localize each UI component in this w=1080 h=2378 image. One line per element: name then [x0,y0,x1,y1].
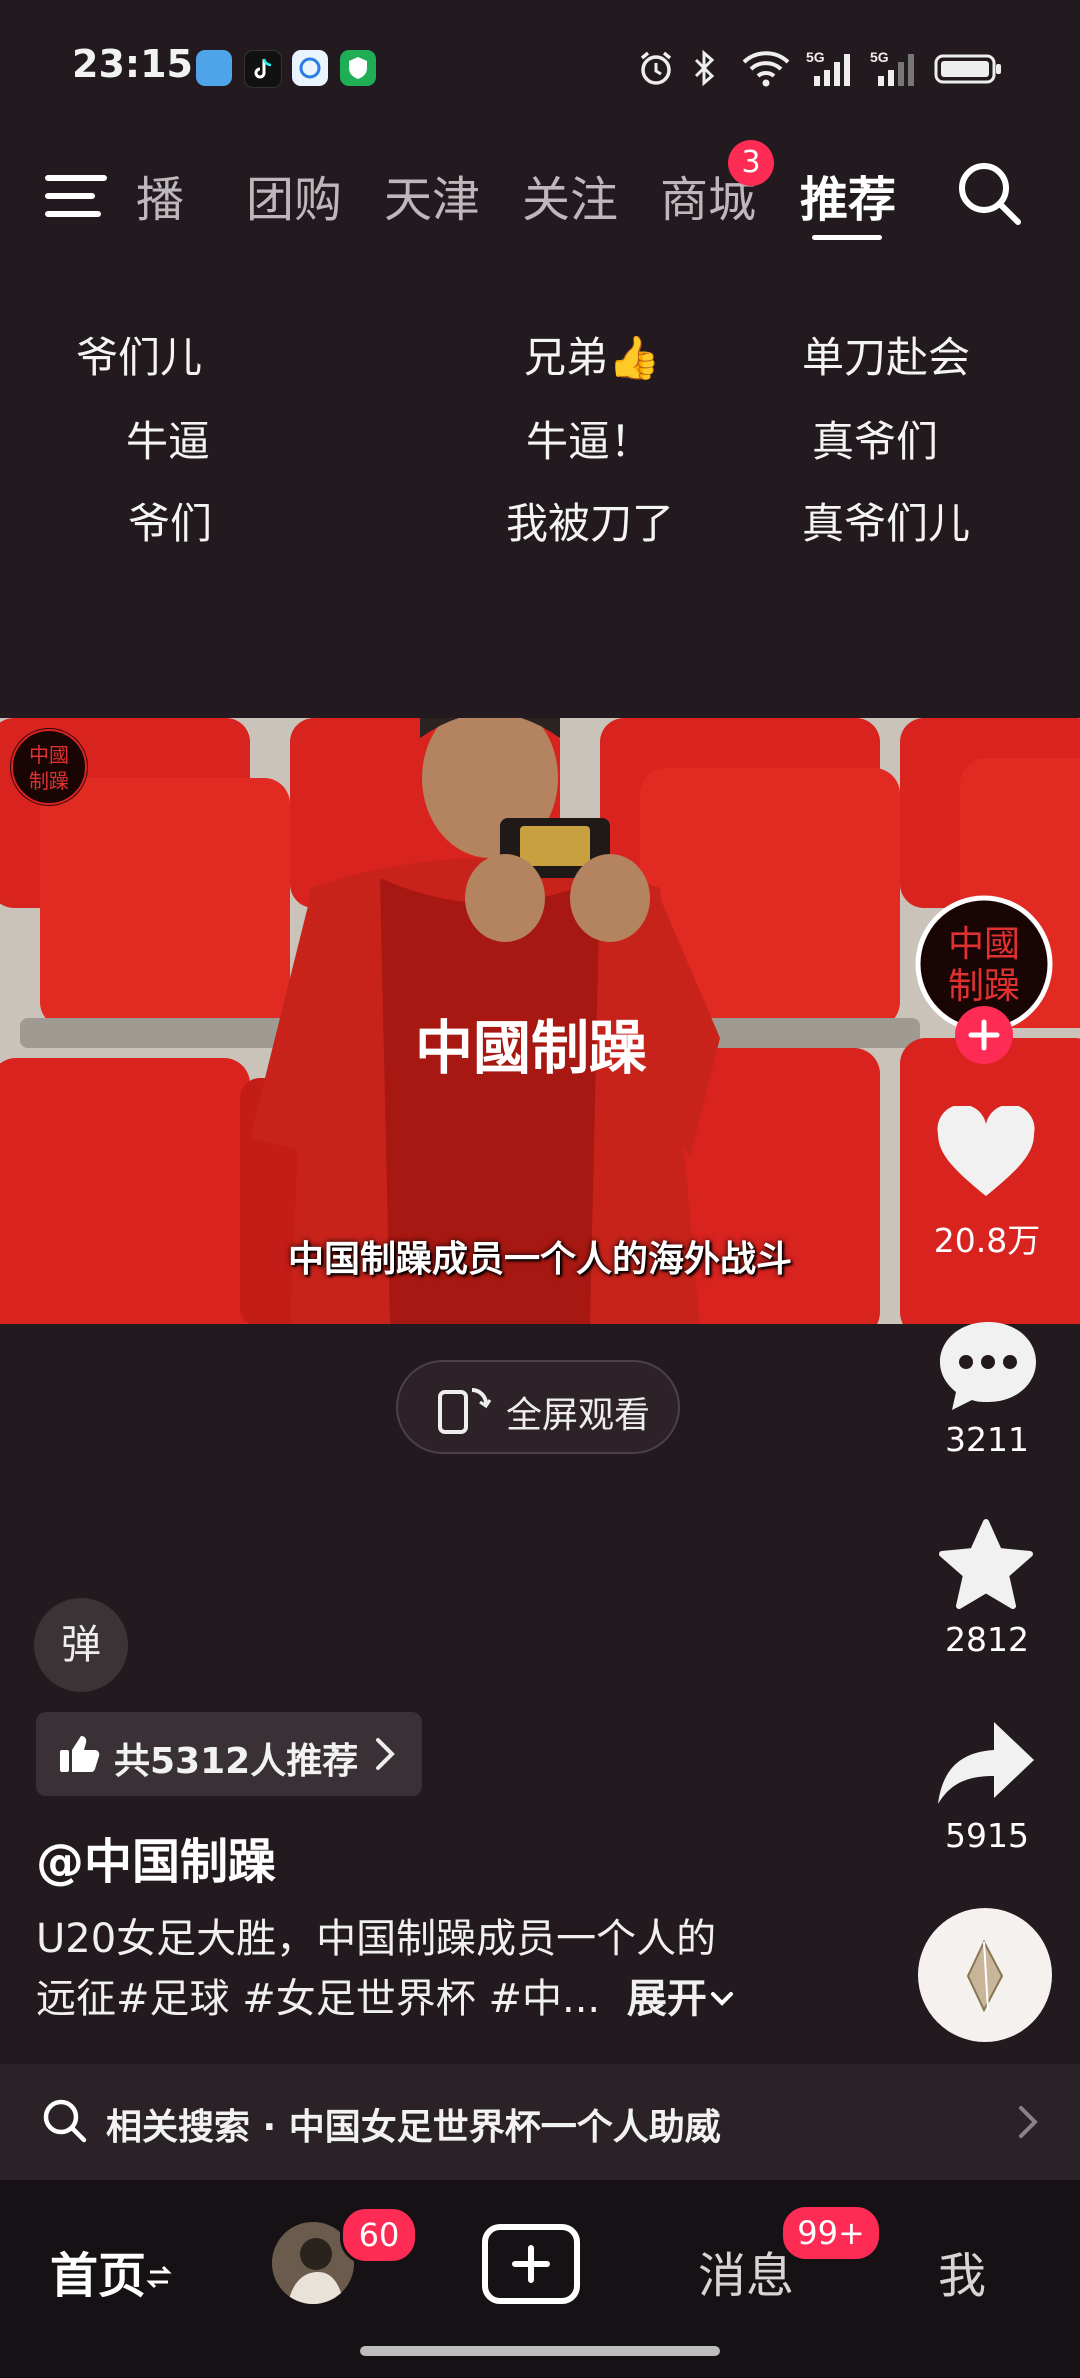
search-icon[interactable] [952,156,1028,236]
signal-5g-icon: 5G [804,48,856,88]
create-button[interactable] [482,2224,580,2304]
top-nav: 播 团购 天津 关注 商城 3 推荐 [0,140,1080,260]
channel-watermark: 中國 制躁 [10,728,88,806]
post-description-line: 远征#足球 #女足世界杯 #中... 展开 [36,1966,737,2024]
nav-home[interactable]: 首页 [50,2236,172,2306]
tab-tianjin[interactable]: 天津 [384,160,480,230]
danmaku-comment: 兄弟👍 [524,333,661,382]
danmaku-comment: 真爷们儿 [802,499,971,548]
danmaku-toggle-button[interactable]: 弹 [34,1598,128,1692]
recommend-count-text: 共5312人推荐 [114,1741,359,1782]
nav-messages[interactable]: 消息 [698,2236,794,2306]
danmaku-comment: 牛逼！ [526,417,653,466]
tiktok-app-icon [244,50,282,88]
danmaku-comment: 爷们儿 [76,333,203,382]
author-name[interactable]: @中国制躁 [36,1822,276,1892]
related-search-text: 相关搜索 · 中国女足世界杯一个人助威 [106,2107,721,2148]
svg-text:5G: 5G [806,49,825,65]
fullscreen-button[interactable]: 全屏观看 [396,1360,680,1454]
danmaku-comment: 真爷们 [812,417,939,466]
follow-button[interactable] [955,1006,1013,1064]
recommend-pill[interactable]: 共5312人推荐 [36,1712,422,1796]
tab-groupbuy[interactable]: 团购 [246,160,342,230]
plus-icon [512,2245,550,2283]
messages-badge: 99+ [780,2204,882,2262]
home-indicator [360,2346,720,2356]
favorite-count: 2812 [945,1620,1029,1659]
danmaku-comment: 爷们 [128,499,213,548]
bluetooth-icon [690,48,720,88]
menu-icon[interactable] [42,166,108,230]
comment-count: 3211 [945,1420,1029,1459]
music-cover-icon [966,1939,1004,2013]
heart-icon [937,1104,1035,1196]
battery-icon [934,48,1004,88]
share-arrow-icon [938,1722,1034,1804]
signal-5g-icon: 5G [868,48,920,88]
nav-me[interactable]: 我 [938,2236,986,2306]
post-description-line: U20女足大胜，中国制躁成员一个人的 [36,1916,717,1962]
music-disc[interactable] [918,1908,1052,2042]
thumbs-up-icon [58,1732,102,1780]
tab-following[interactable]: 关注 [522,160,618,230]
danmaku-comment: 单刀赴会 [802,333,971,382]
rotate-screen-icon [436,1382,492,1440]
svg-text:中國: 中國 [948,924,1020,965]
search-icon [40,2096,90,2150]
svg-text:5G: 5G [870,49,889,65]
tab-live[interactable]: 播 [136,160,184,230]
related-search-bar[interactable]: 相关搜索 · 中国女足世界杯一个人助威 [0,2064,1080,2180]
shirt-print: 中國制躁 [415,1014,647,1082]
security-app-icon [340,50,376,86]
favorite-button[interactable] [934,1518,1038,1622]
friends-badge: 60 [340,2206,418,2264]
wifi-icon [740,48,792,88]
expand-label: 展开 [626,1976,707,2022]
svg-text:制躁: 制躁 [948,966,1020,1007]
weather-app-icon [196,50,232,86]
star-icon [939,1519,1033,1609]
swap-icon [146,2265,172,2289]
svg-text:中國: 中國 [29,743,69,767]
danmaku-comment: 牛逼 [126,417,211,466]
mall-badge: 3 [728,140,774,186]
share-button[interactable] [934,1716,1038,1816]
chevron-right-icon [372,1736,398,1776]
fullscreen-label: 全屏观看 [506,1395,651,1436]
like-button[interactable] [934,1104,1038,1206]
expand-button[interactable]: 展开 [627,1976,737,2022]
active-tab-indicator [812,235,882,240]
alarm-icon [636,48,676,88]
post-description-text: 远征#足球 #女足世界杯 #中... [36,1976,601,2022]
danmaku-comment: 我被刀了 [506,499,675,548]
plus-icon [968,1019,1000,1051]
chevron-right-icon [1016,2102,1040,2146]
chevron-down-icon [710,1992,733,2006]
svg-text:制躁: 制躁 [29,769,69,793]
tab-recommend[interactable]: 推荐 [800,160,896,230]
like-count: 20.8万 [933,1221,1041,1260]
comment-icon [940,1322,1036,1410]
chat-app-icon [292,50,328,86]
nav-home-label: 首页 [50,2248,147,2304]
comment-button[interactable] [936,1316,1040,1420]
share-count: 5915 [945,1816,1029,1855]
status-time: 23:15 [72,42,193,86]
